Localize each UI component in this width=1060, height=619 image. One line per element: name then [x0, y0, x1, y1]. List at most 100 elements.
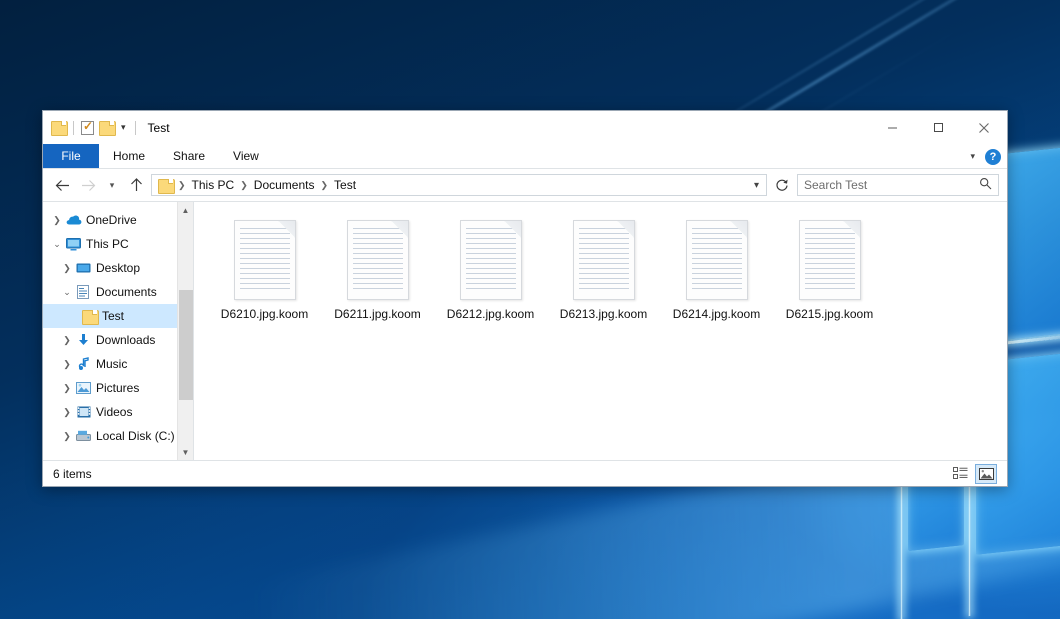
file-item[interactable]: D6214.jpg.koom: [660, 216, 773, 321]
file-list[interactable]: D6210.jpg.koom D6211.jpg.koom D6212.jpg.…: [194, 202, 1007, 460]
details-view-button[interactable]: [949, 464, 971, 484]
file-item[interactable]: D6215.jpg.koom: [773, 216, 886, 321]
sidebar-item-local-disk-c[interactable]: ❯ Local Disk (C:): [43, 424, 193, 448]
recent-locations-button[interactable]: ▾: [103, 180, 121, 191]
tab-view[interactable]: View: [219, 144, 273, 168]
ribbon-tabs: File Home Share View ▾ ?: [43, 144, 1007, 169]
tab-file[interactable]: File: [43, 144, 99, 168]
sidebar-item-label: Test: [98, 309, 124, 323]
sidebar-scrollbar[interactable]: ▲ ▼: [177, 202, 193, 460]
up-button[interactable]: [125, 174, 147, 196]
window-title: Test: [148, 121, 170, 135]
sidebar-item-label: Local Disk (C:): [92, 429, 175, 443]
file-name: D6211.jpg.koom: [334, 307, 421, 321]
navigation-pane: ❯ OneDrive ⌄ This PC ❯: [43, 202, 193, 460]
file-name: D6215.jpg.koom: [786, 307, 873, 321]
sidebar-item-label: Desktop: [92, 261, 140, 275]
sidebar-item-documents[interactable]: ⌄ Documents: [43, 280, 193, 304]
sidebar-item-videos[interactable]: ❯ Videos: [43, 400, 193, 424]
tab-home[interactable]: Home: [99, 144, 159, 168]
sidebar-item-music[interactable]: ❯ Music: [43, 352, 193, 376]
folder-icon: [81, 310, 98, 323]
large-icons-view-button[interactable]: [975, 464, 997, 484]
cloud-icon: [65, 214, 82, 226]
properties-checkbox-icon[interactable]: [81, 121, 94, 135]
sidebar-item-downloads[interactable]: ❯ Downloads: [43, 328, 193, 352]
quick-access-toolbar: ▾: [43, 121, 138, 135]
sidebar-item-desktop[interactable]: ❯ Desktop: [43, 256, 193, 280]
new-folder-icon[interactable]: [99, 121, 114, 134]
folder-icon: [158, 179, 173, 192]
chevron-down-icon[interactable]: ⌄: [59, 287, 75, 298]
breadcrumb[interactable]: ❯ This PC ❯ Documents ❯ Test ▾: [151, 174, 767, 196]
chevron-right-icon[interactable]: ❯: [59, 335, 75, 346]
search-input[interactable]: [804, 178, 979, 192]
window-controls: [869, 111, 1007, 144]
sidebar-item-onedrive[interactable]: ❯ OneDrive: [43, 208, 193, 232]
file-name: D6213.jpg.koom: [560, 307, 647, 321]
breadcrumb-item-documents[interactable]: Documents: [251, 178, 318, 192]
breadcrumb-separator: ❯: [177, 180, 187, 191]
scrollbar-track[interactable]: [178, 218, 194, 444]
breadcrumb-separator: ❯: [239, 180, 249, 191]
forward-button[interactable]: [77, 174, 99, 196]
toolbar-divider: [73, 121, 74, 135]
back-button[interactable]: [51, 174, 73, 196]
generic-document-icon: [347, 220, 409, 300]
generic-document-icon: [573, 220, 635, 300]
sidebar-item-label: Videos: [92, 405, 132, 419]
file-explorer-window: ▾ Test File Home Share View: [42, 110, 1008, 487]
view-toggle-group: [949, 464, 997, 484]
file-name: D6212.jpg.koom: [447, 307, 534, 321]
chevron-down-icon[interactable]: ▾: [970, 151, 975, 162]
desktop-background: ▾ Test File Home Share View: [0, 0, 1060, 619]
file-name: D6214.jpg.koom: [673, 307, 760, 321]
download-icon: [75, 333, 92, 347]
file-item[interactable]: D6210.jpg.koom: [208, 216, 321, 321]
close-button[interactable]: [961, 111, 1007, 144]
sidebar-item-test[interactable]: Test: [43, 304, 193, 328]
chevron-down-icon[interactable]: ▼: [178, 444, 194, 460]
breadcrumb-item-this-pc[interactable]: This PC: [189, 178, 238, 192]
status-bar: 6 items: [43, 460, 1007, 486]
chevron-down-icon[interactable]: ⌄: [49, 239, 65, 250]
scrollbar-thumb[interactable]: [179, 290, 193, 400]
breadcrumb-tools: ▾: [754, 180, 762, 191]
chevron-down-icon[interactable]: ▾: [119, 122, 128, 133]
chevron-right-icon[interactable]: ❯: [49, 215, 65, 226]
sidebar-item-label: Documents: [92, 285, 157, 299]
breadcrumb-item-test[interactable]: Test: [331, 178, 359, 192]
chevron-right-icon[interactable]: ❯: [59, 383, 75, 394]
picture-icon: [75, 382, 92, 394]
refresh-button[interactable]: [771, 174, 793, 196]
help-icon[interactable]: ?: [985, 149, 1001, 165]
address-bar: ▾ ❯ This PC ❯ Documents ❯ Test ▾: [43, 169, 1007, 201]
sidebar-item-label: This PC: [82, 237, 129, 251]
chevron-right-icon[interactable]: ❯: [59, 407, 75, 418]
sidebar-item-pictures[interactable]: ❯ Pictures: [43, 376, 193, 400]
disk-icon: [75, 430, 92, 442]
video-icon: [75, 406, 92, 418]
toolbar-divider: [135, 121, 136, 135]
chevron-right-icon[interactable]: ❯: [59, 359, 75, 370]
monitor-icon: [65, 238, 82, 251]
generic-document-icon: [234, 220, 296, 300]
maximize-button[interactable]: [915, 111, 961, 144]
chevron-up-icon[interactable]: ▲: [178, 202, 194, 218]
file-item[interactable]: D6212.jpg.koom: [434, 216, 547, 321]
generic-document-icon: [799, 220, 861, 300]
file-item[interactable]: D6211.jpg.koom: [321, 216, 434, 321]
tab-share[interactable]: Share: [159, 144, 219, 168]
sidebar-item-this-pc[interactable]: ⌄ This PC: [43, 232, 193, 256]
sidebar-item-label: OneDrive: [82, 213, 137, 227]
desktop-icon: [75, 262, 92, 275]
folder-icon[interactable]: [51, 121, 66, 134]
chevron-down-icon[interactable]: ▾: [754, 180, 759, 191]
search-icon[interactable]: [979, 177, 992, 193]
chevron-right-icon[interactable]: ❯: [59, 263, 75, 274]
chevron-right-icon[interactable]: ❯: [59, 431, 75, 442]
search-box[interactable]: [797, 174, 999, 196]
music-icon: [75, 357, 92, 371]
minimize-button[interactable]: [869, 111, 915, 144]
file-item[interactable]: D6213.jpg.koom: [547, 216, 660, 321]
